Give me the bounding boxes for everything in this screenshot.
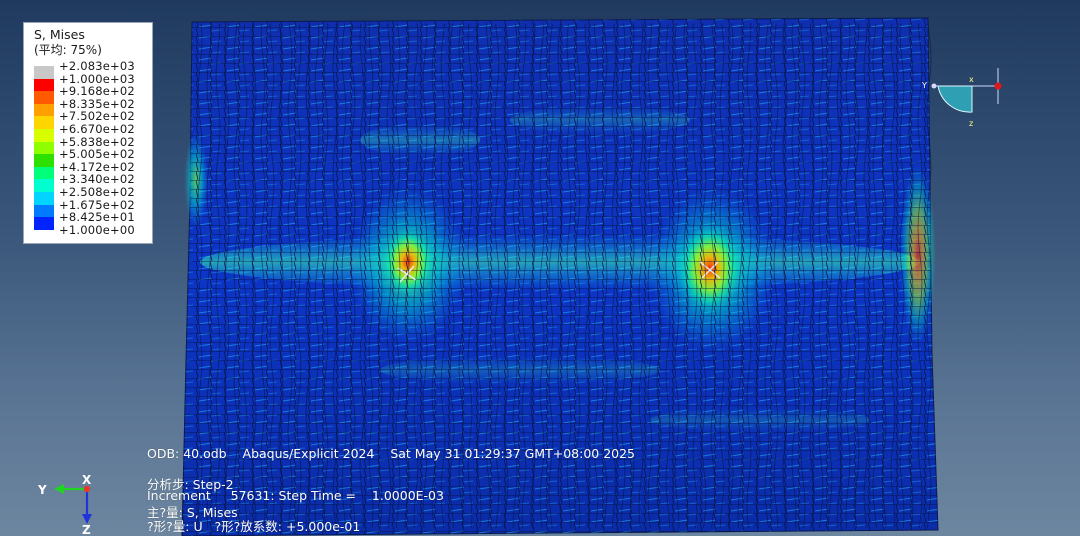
legend-swatch <box>34 179 54 192</box>
legend-level-label: +7.502e+02 <box>59 109 135 124</box>
legend-level-label: +5.005e+02 <box>59 147 135 162</box>
legend-level-label: +9.168e+02 <box>59 84 135 99</box>
legend-level-label: +8.425e+01 <box>59 210 135 225</box>
legend-title: S, Mises <box>34 27 85 42</box>
legend-level-label: +2.508e+02 <box>59 185 135 199</box>
view-orientation-glyph[interactable]: Y x z <box>920 68 1010 128</box>
increment-line: Increment 57631: Step Time = 1.0000E-03 <box>147 488 444 503</box>
abaqus-viewport[interactable]: S, Mises (平均: 75%) +2.083e+03 +1.000e+03 +… <box>0 0 1080 536</box>
legend-swatch <box>34 166 54 180</box>
legend-level-label: +8.335e+02 <box>59 96 135 111</box>
view-x-label: x <box>969 75 974 84</box>
view-z-label: z <box>969 119 973 128</box>
legend-swatch <box>34 192 54 205</box>
legend-subtitle: (平均: 75%) <box>34 43 102 57</box>
legend-swatch <box>34 78 54 92</box>
contour-legend: S, Mises (平均: 75%) +2.083e+03 +1.000e+03 +… <box>23 22 153 244</box>
axis-triad: X Y Z <box>37 473 92 536</box>
legend-swatch <box>34 129 54 142</box>
triad-y-label: Y <box>37 483 47 497</box>
deformed-variable-line: ?形?量: U ?形?放系数: +5.000e-01 <box>147 519 361 534</box>
triad-x-label: X <box>82 473 92 487</box>
legend-swatch <box>34 66 54 79</box>
legend-level-label: +6.670e+02 <box>59 122 135 136</box>
odb-info-line: ODB: 40.odb Abaqus/Explicit 2024 Sat May… <box>147 446 636 461</box>
legend-level-label: +1.000e+03 <box>59 71 135 86</box>
legend-level-label: +1.000e+00 <box>59 222 135 237</box>
legend-swatch <box>34 204 54 218</box>
legend-swatch <box>34 103 54 117</box>
legend-swatch <box>34 116 54 129</box>
legend-level-label: +5.838e+02 <box>59 134 135 149</box>
legend-swatch <box>34 141 54 155</box>
view-y-label: Y <box>921 81 927 90</box>
legend-level-label: +1.675e+02 <box>59 197 135 212</box>
legend-swatch <box>34 154 54 167</box>
legend-swatch <box>34 217 54 230</box>
legend-level-label: +3.340e+02 <box>59 172 135 187</box>
legend-level-label: +2.083e+03 <box>59 59 135 73</box>
legend-swatch <box>34 91 54 104</box>
triad-z-label: Z <box>82 523 91 536</box>
legend-level-label: +4.172e+02 <box>59 159 135 174</box>
